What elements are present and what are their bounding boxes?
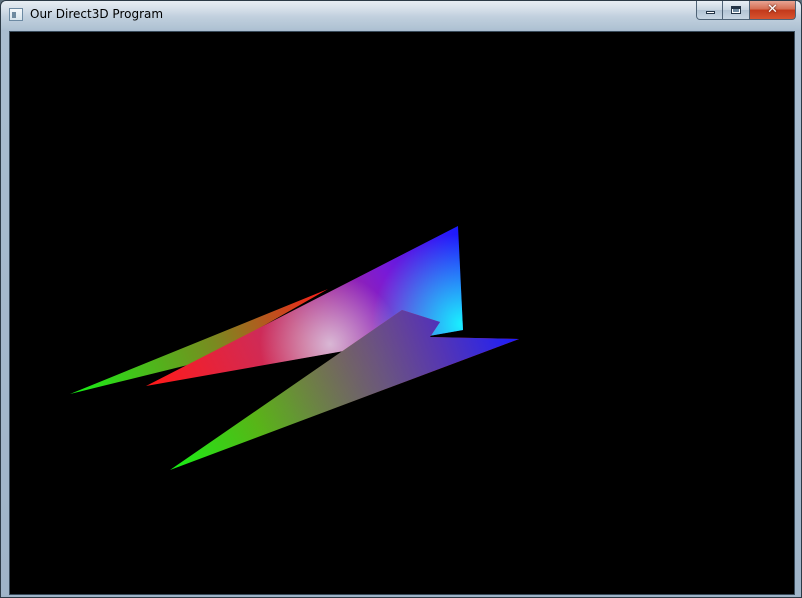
maximize-button[interactable] [723, 1, 750, 20]
minimize-button[interactable] [696, 1, 723, 20]
close-button[interactable]: ✕ [750, 1, 796, 20]
close-icon: ✕ [767, 2, 778, 17]
minimize-icon [706, 11, 715, 14]
application-window: Our Direct3D Program ✕ [0, 0, 802, 598]
application-window-icon[interactable] [9, 8, 23, 21]
title-bar[interactable]: Our Direct3D Program ✕ [1, 1, 801, 30]
direct3d-render-viewport[interactable] [9, 31, 795, 595]
rendered-triangles-scene [70, 226, 519, 470]
caption-buttons: ✕ [696, 1, 796, 21]
window-title: Our Direct3D Program [30, 7, 164, 21]
maximize-icon [731, 6, 741, 14]
